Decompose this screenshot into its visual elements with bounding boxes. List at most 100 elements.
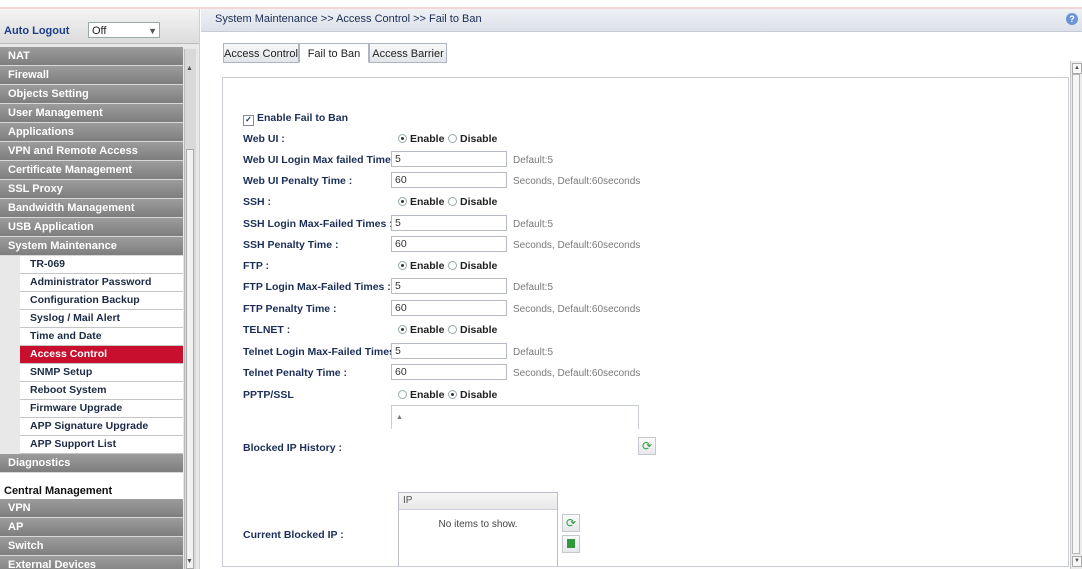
- telnet-max-failed-input[interactable]: 5: [391, 343, 507, 359]
- telnet-penalty-label: Telnet Penalty Time :: [243, 367, 348, 379]
- list-scroll-up-icon[interactable]: ▲: [396, 414, 403, 421]
- ssh-disable-radio[interactable]: Disable: [448, 196, 497, 208]
- auto-logout-value: Off: [92, 25, 107, 37]
- menu-item-vpn[interactable]: VPN: [0, 499, 183, 518]
- sidebar: Auto Logout Off ▼ NAT Firewall Objects Set…: [0, 9, 200, 569]
- submenu-item-reboot-system[interactable]: Reboot System: [20, 382, 183, 400]
- ssh-max-failed-input[interactable]: 5: [391, 215, 507, 231]
- menu-item-certificate-management[interactable]: Certificate Management: [0, 161, 183, 180]
- pptp-ssl-label: PPTP/SSL: [243, 389, 294, 401]
- sidebar-scroll-thumb[interactable]: [186, 149, 194, 569]
- radio-selected-icon: [398, 197, 407, 206]
- blocked-ip-history-list[interactable]: ▲: [391, 405, 639, 429]
- tab-access-barrier[interactable]: Access Barrier: [369, 43, 447, 63]
- submenu-item-access-control[interactable]: Access Control: [20, 346, 183, 364]
- submenu-item-syslog-mail-alert[interactable]: Syslog / Mail Alert: [20, 310, 183, 328]
- radio-enable-label: Enable: [410, 196, 445, 208]
- radio-enable-label: Enable: [410, 133, 445, 145]
- ssh-penalty-hint: Seconds, Default:60seconds: [513, 240, 641, 251]
- ftp-max-failed-input[interactable]: 5: [391, 278, 507, 294]
- webui-max-failed-hint: Default:5: [513, 155, 554, 166]
- ftp-label: FTP :: [243, 260, 270, 272]
- menu-item-system-maintenance[interactable]: System Maintenance: [0, 237, 183, 256]
- content-scroll-thumb[interactable]: [1072, 74, 1080, 554]
- radio-unselected-icon: [448, 261, 457, 270]
- breadcrumb: System Maintenance >> Access Control >> …: [201, 9, 1082, 32]
- scroll-down-icon[interactable]: ▼: [186, 558, 193, 565]
- menu-item-bandwidth-management[interactable]: Bandwidth Management: [0, 199, 183, 218]
- telnet-label: TELNET :: [243, 324, 291, 336]
- menu-item-usb-application[interactable]: USB Application: [0, 218, 183, 237]
- submenu-item-snmp-setup[interactable]: SNMP Setup: [20, 364, 183, 382]
- telnet-disable-radio[interactable]: Disable: [448, 324, 497, 336]
- refresh-icon: ⟳: [641, 439, 653, 453]
- ftp-max-failed-hint: Default:5: [513, 282, 554, 293]
- scroll-up-icon[interactable]: ▲: [186, 65, 193, 72]
- tab-access-control[interactable]: Access Control: [223, 43, 299, 63]
- menu-item-external-devices[interactable]: External Devices: [0, 556, 183, 569]
- pptp-enable-radio[interactable]: Enable: [398, 389, 444, 401]
- menu-item-applications[interactable]: Applications: [0, 123, 183, 142]
- refresh-blocked-button[interactable]: ⟳: [562, 514, 580, 532]
- radio-disable-label: Disable: [460, 389, 498, 401]
- submenu-item-app-signature-upgrade[interactable]: APP Signature Upgrade: [20, 418, 183, 436]
- content-scrollbar[interactable]: ▲ ▼: [1070, 61, 1082, 569]
- checkbox-checked-icon: ✓: [243, 115, 254, 126]
- menu-item-vpn-and-remote-access[interactable]: VPN and Remote Access: [0, 142, 183, 161]
- menu-item-central-management: Central Management: [0, 483, 183, 499]
- menu-item-diagnostics[interactable]: Diagnostics: [0, 454, 183, 473]
- top-strip: [0, 0, 1082, 9]
- telnet-enable-radio[interactable]: Enable: [398, 324, 444, 336]
- webui-disable-radio[interactable]: Disable: [448, 133, 497, 145]
- ssh-penalty-input[interactable]: 60: [391, 236, 507, 252]
- submenu-item-app-support-list[interactable]: APP Support List: [20, 436, 183, 454]
- submenu-item-time-and-date[interactable]: Time and Date: [20, 328, 183, 346]
- menu-item-objects-setting[interactable]: Objects Setting: [0, 85, 183, 104]
- webui-penalty-input[interactable]: 60: [391, 172, 507, 188]
- menu-item-ap[interactable]: AP: [0, 518, 183, 537]
- auto-logout-label: Auto Logout: [4, 25, 70, 37]
- ftp-penalty-input[interactable]: 60: [391, 300, 507, 316]
- webui-max-failed-input[interactable]: 5: [391, 151, 507, 167]
- submenu-item-firmware-upgrade[interactable]: Firmware Upgrade: [20, 400, 183, 418]
- radio-disable-label: Disable: [460, 324, 498, 336]
- webui-enable-radio[interactable]: Enable: [398, 133, 444, 145]
- ftp-enable-radio[interactable]: Enable: [398, 260, 444, 272]
- radio-disable-label: Disable: [460, 133, 498, 145]
- ftp-penalty-label: FTP Penalty Time :: [243, 303, 337, 315]
- ftp-disable-radio[interactable]: Disable: [448, 260, 497, 272]
- telnet-max-failed-hint: Default:5: [513, 347, 554, 358]
- ssh-max-failed-hint: Default:5: [513, 219, 554, 230]
- pptp-disable-radio[interactable]: Disable: [448, 389, 497, 401]
- webui-label: Web UI :: [243, 133, 285, 145]
- menu-item-user-management[interactable]: User Management: [0, 104, 183, 123]
- radio-unselected-icon: [448, 134, 457, 143]
- menu-item-firewall[interactable]: Firewall: [0, 66, 183, 85]
- submenu-item-configuration-backup[interactable]: Configuration Backup: [20, 292, 183, 310]
- menu-item-nat[interactable]: NAT: [0, 47, 183, 66]
- webui-penalty-hint: Seconds, Default:60seconds: [513, 176, 641, 187]
- scroll-up-icon[interactable]: ▲: [1072, 63, 1082, 74]
- ssh-enable-radio[interactable]: Enable: [398, 196, 444, 208]
- sidebar-scrollbar[interactable]: ▲ ▼: [184, 49, 196, 569]
- ssh-max-failed-label: SSH Login Max-Failed Times :: [243, 218, 393, 230]
- menu-item-ssl-proxy[interactable]: SSL Proxy: [0, 180, 183, 199]
- fail-to-ban-panel: ✓ Enable Fail to Ban Web UI : Enable Disa…: [222, 77, 1069, 567]
- enable-fail-to-ban-checkbox[interactable]: ✓ Enable Fail to Ban: [243, 112, 348, 126]
- menu-spacer: [0, 473, 183, 483]
- telnet-penalty-input[interactable]: 60: [391, 364, 507, 380]
- submenu-item-tr-069[interactable]: TR-069: [20, 256, 183, 274]
- auto-logout-select[interactable]: Off ▼: [88, 22, 160, 38]
- help-icon[interactable]: ?: [1066, 13, 1078, 25]
- menu-item-switch[interactable]: Switch: [0, 537, 183, 556]
- scroll-down-icon[interactable]: ▼: [1072, 556, 1082, 567]
- refresh-history-button[interactable]: ⟳: [638, 437, 656, 455]
- tab-fail-to-ban[interactable]: Fail to Ban: [299, 43, 369, 63]
- radio-disable-label: Disable: [460, 196, 498, 208]
- refresh-icon: ⟳: [565, 516, 577, 530]
- radio-unselected-icon: [448, 325, 457, 334]
- delete-blocked-button[interactable]: [562, 535, 580, 553]
- current-blocked-ip-label: Current Blocked IP :: [243, 529, 344, 541]
- grid-header-ip[interactable]: IP: [399, 493, 557, 510]
- submenu-item-administrator-password[interactable]: Administrator Password: [20, 274, 183, 292]
